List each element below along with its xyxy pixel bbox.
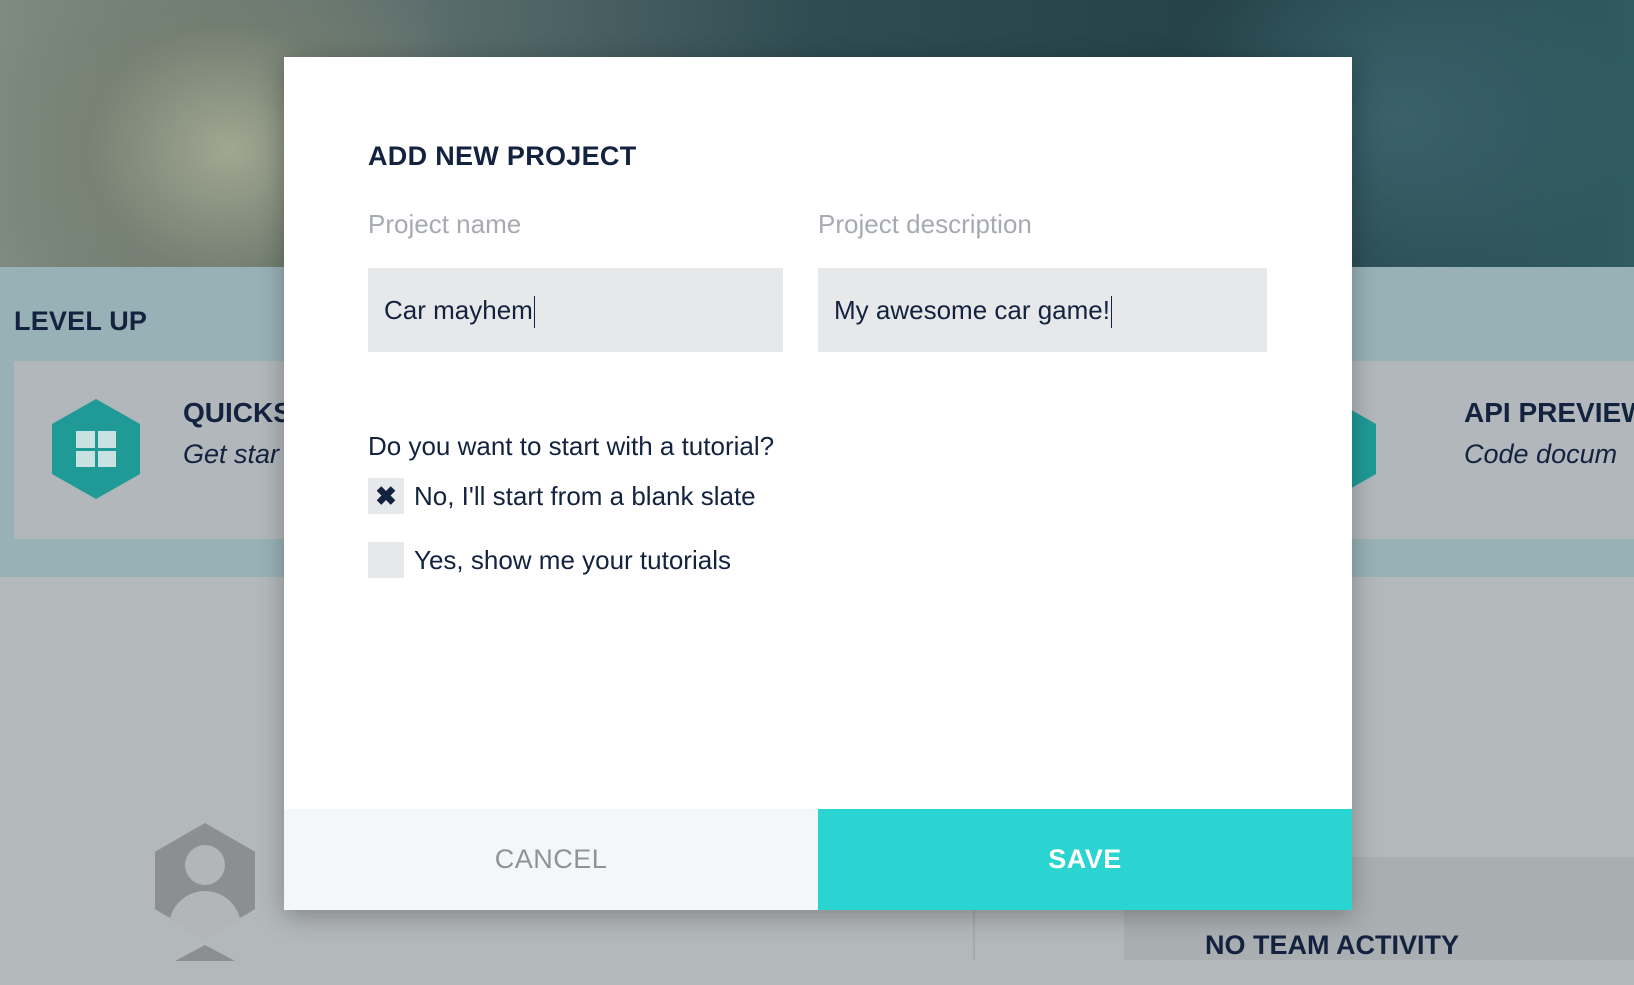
add-project-dialog: ADD NEW PROJECT Project name Car mayhem …	[284, 57, 1352, 910]
divider	[973, 910, 975, 960]
tutorial-question: Do you want to start with a tutorial?	[368, 431, 775, 461]
team-activity-title: NO TEAM ACTIVITY	[1205, 930, 1459, 960]
card-subtitle: Get star	[183, 439, 280, 469]
project-description-value: My awesome car game!	[834, 295, 1110, 325]
project-name-label: Project name	[368, 209, 522, 239]
project-description-input[interactable]: My awesome car game!	[818, 268, 1267, 352]
cancel-button[interactable]: CANCEL	[284, 809, 818, 910]
card-title: API PREVIEW	[1464, 397, 1634, 428]
option-label: Yes, show me your tutorials	[414, 544, 731, 575]
user-avatar-icon	[175, 945, 235, 961]
option-label: No, I'll start from a blank slate	[414, 480, 756, 511]
option-show-tutorials[interactable]: Yes, show me your tutorials	[368, 542, 731, 578]
user-avatar-icon	[155, 823, 255, 938]
level-up-title: LEVEL UP	[14, 306, 148, 336]
save-button[interactable]: SAVE	[818, 809, 1352, 910]
project-description-label: Project description	[818, 209, 1032, 239]
text-caret	[533, 296, 535, 329]
close-icon: ✖	[375, 481, 397, 511]
checkbox-checked[interactable]: ✖	[368, 478, 404, 514]
option-blank-slate[interactable]: ✖ No, I'll start from a blank slate	[368, 478, 756, 514]
card-subtitle: Code docum	[1464, 439, 1618, 469]
checkbox-unchecked[interactable]	[368, 542, 404, 578]
dialog-title: ADD NEW PROJECT	[368, 141, 637, 171]
project-name-input[interactable]: Car mayhem	[368, 268, 783, 352]
project-name-value: Car mayhem	[384, 295, 533, 325]
card-title: QUICKS	[183, 397, 292, 428]
text-caret	[1110, 296, 1112, 329]
windows-icon	[52, 399, 140, 499]
